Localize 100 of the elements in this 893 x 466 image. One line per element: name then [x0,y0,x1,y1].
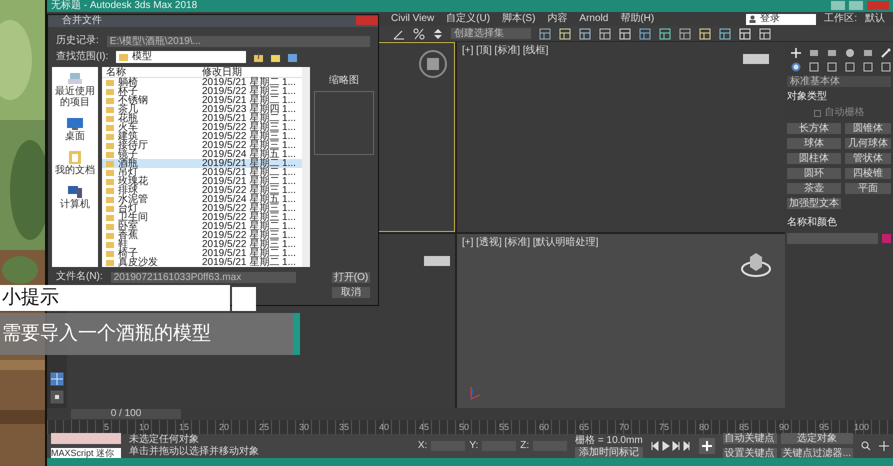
maxscript-field[interactable]: MAXScript 迷你 [51,448,121,459]
place-label[interactable]: 我的文档 [54,165,96,176]
toolbar-icon[interactable] [599,28,611,40]
computer-icon[interactable] [66,184,84,199]
viewport[interactable]: [+] [顶] [标准] [线框] [457,42,785,232]
menu-item[interactable]: Civil View [385,12,440,26]
filename-field[interactable]: 20190721161033P0ff63.max [110,272,296,282]
toolbar-icon[interactable] [679,28,691,40]
file-row[interactable]: 真皮沙发 2019/5/21 星期二 1... [102,258,302,267]
file-row[interactable]: 椅子 2019/5/21 星期二 1... [102,249,302,258]
time-slider[interactable]: 0 / 100 [71,409,181,419]
file-row[interactable]: 建筑 2019/5/22 星期三 1... [102,132,302,141]
column-header[interactable]: 名称 [102,67,202,77]
rollout-title[interactable]: 名称和颜色 [787,217,891,229]
workspace-value[interactable]: 默认 [865,12,885,26]
toolbar-icon[interactable] [559,28,571,40]
add-time-tag-button[interactable]: 添加时间标记 [575,446,643,458]
new-folder-icon[interactable] [271,52,280,62]
file-row[interactable]: 水泥管 2019/5/24 星期五 1... [102,195,302,204]
toolbar-icon[interactable] [659,28,671,40]
column-header[interactable]: 修改日期 [202,67,302,77]
file-row[interactable]: 卫生间 2019/5/22 星期三 1... [102,213,302,222]
viewport-layout-icon[interactable] [50,372,64,386]
key-filters-button[interactable]: 关键点过滤器... [780,448,853,459]
menu-item[interactable]: 内容 [541,12,574,26]
viewport-label[interactable]: [+] [顶] [标准] [线框] [458,43,784,59]
display-icon[interactable] [863,48,873,58]
menu-item[interactable]: Arnold [573,12,614,26]
file-row[interactable]: 香蕉 2019/5/22 星期三 1... [102,231,302,240]
motion-icon[interactable] [845,48,855,58]
file-row[interactable]: 台灯 2019/5/22 星期三 1... [102,204,302,213]
account-dropdown[interactable]: 登录 [746,14,816,24]
color-swatch[interactable] [882,234,891,243]
scrollbar[interactable] [302,67,310,267]
primitive-button[interactable]: 圆环 [787,168,841,179]
viewcube-icon[interactable] [742,53,770,65]
name-field[interactable] [787,233,878,244]
plus-icon[interactable] [791,48,801,58]
look-in-dropdown[interactable]: 模型 [116,51,246,63]
primitive-button[interactable]: 球体 [787,138,841,149]
menu-item[interactable]: 自定义(U) [440,12,496,26]
file-row[interactable]: 玫瑰花 2019/5/21 星期二 1... [102,177,302,186]
key-mode-dropdown[interactable]: 选定对象 [780,433,853,444]
file-row[interactable]: 酒瓶 2019/5/21 星期二 1... [102,159,302,168]
primitive-button[interactable]: 四棱锥 [845,168,891,179]
cancel-button[interactable]: 取消 [332,287,370,298]
angle-snap-icon[interactable] [393,28,405,40]
file-row[interactable]: 火车 2019/5/22 星期三 1... [102,123,302,132]
spinner-snap-icon[interactable] [433,28,443,40]
viewcube-icon[interactable] [423,255,451,267]
file-row[interactable]: 镜子 2019/5/24 星期五 1... [102,150,302,159]
file-row[interactable]: 鞋 2019/5/22 星期三 1... [102,240,302,249]
viewcube-icon[interactable] [418,49,448,79]
file-row[interactable]: 卧室 2019/5/21 星期二 1... [102,222,302,231]
up-folder-icon[interactable] [254,52,264,62]
viewport-label[interactable]: [+] [透视] [标准] [默认明暗处理] [458,235,784,251]
desktop-icon[interactable] [66,116,84,131]
file-row[interactable]: 不锈钢 2019/5/21 星期二 1... [102,96,302,105]
toolbar-icon[interactable] [639,28,651,40]
object-category-dropdown[interactable]: 标准基本体 [787,76,891,87]
plus-icon[interactable] [698,438,715,454]
history-dropdown[interactable]: E:\模型\酒瓶\2019\... [106,36,370,46]
zoom-icon[interactable] [861,441,871,451]
viewport[interactable]: [+] [透视] [标准] [默认明暗处理] [457,234,785,408]
file-row[interactable]: 吊灯 2019/5/21 星期二 1... [102,168,302,177]
rollout-title[interactable]: 对象类型 [787,91,891,103]
primitive-button[interactable]: 加强型文本 [787,198,841,209]
toolbar-icon[interactable] [719,28,731,40]
auto-key-button[interactable]: 自动关键点 [722,433,777,444]
menu-item[interactable]: 脚本(S) [496,12,542,26]
file-row[interactable]: 茶几 2019/5/23 星期四 1... [102,105,302,114]
file-row[interactable]: 接待厅 2019/5/22 星期三 1... [102,141,302,150]
hierarchy-icon[interactable] [827,48,837,58]
primitive-button[interactable]: 管状体 [845,153,891,164]
listener-field[interactable] [51,433,121,444]
place-label[interactable]: 桌面 [54,131,96,142]
geometry-icon[interactable] [791,62,801,72]
toolbar-icon[interactable] [539,28,551,40]
primitive-button[interactable]: 圆锥体 [845,123,891,134]
pan-icon[interactable] [879,441,889,451]
wrench-icon[interactable] [881,48,891,58]
toolbar-icon[interactable] [699,28,711,40]
primitive-button[interactable]: 茶壶 [787,183,841,194]
playback-controls-icon[interactable] [650,441,691,451]
file-row[interactable]: 花瓶 2019/5/21 星期二 1... [102,114,302,123]
toolbar-icon[interactable] [579,28,591,40]
file-row[interactable]: 排球 2019/5/22 星期三 1... [102,186,302,195]
primitive-button[interactable]: 平面 [845,183,891,194]
file-row[interactable]: 躺椅 2019/5/21 星期二 1... [102,78,302,87]
viewport-layout-icon[interactable] [50,390,64,404]
view-menu-icon[interactable] [288,52,298,62]
place-label[interactable]: 最近使用的项目 [54,86,96,108]
menu-item[interactable]: 帮助(H) [614,12,660,26]
selection-set-dropdown[interactable]: 创建选择集 [451,28,531,39]
toolbar-icon[interactable] [619,28,631,40]
primitive-button[interactable]: 长方体 [787,123,841,134]
percent-snap-icon[interactable] [413,28,425,40]
open-button[interactable]: 打开(O) [332,272,370,282]
place-label[interactable]: 计算机 [54,199,96,210]
modify-icon[interactable] [809,48,819,58]
